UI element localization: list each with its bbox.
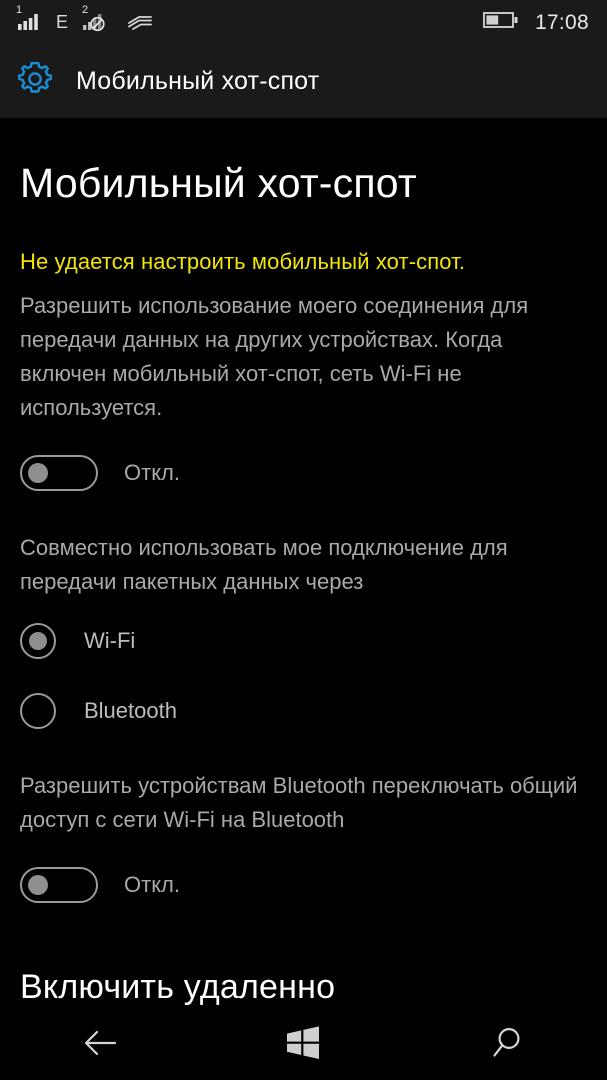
back-button[interactable] [41, 1010, 161, 1080]
gear-icon [14, 58, 56, 105]
status-bar-clock: 17:08 [534, 10, 589, 34]
page-title: Мобильный хот-спот [20, 160, 417, 206]
toggle-knob [28, 875, 48, 895]
home-button[interactable] [243, 1010, 363, 1080]
sim1-index-label: 1 [16, 3, 23, 16]
bluetooth-switch-toggle-row[interactable]: Откл. [20, 867, 587, 903]
edge-network-icon: E [56, 12, 69, 32]
share-option-wifi-label: Wi-Fi [84, 628, 136, 653]
status-bar-left-icons: 1 E 2 [16, 3, 154, 37]
hotspot-toggle-label: Откл. [124, 460, 181, 485]
radio-dot [29, 632, 47, 650]
battery-icon [483, 10, 519, 35]
hotspot-toggle[interactable] [20, 455, 98, 491]
search-button[interactable] [446, 1010, 566, 1080]
share-section-label: Совместно использовать мое подключение д… [20, 535, 508, 594]
share-option-wifi[interactable]: Wi-Fi [20, 623, 587, 659]
hotspot-toggle-row[interactable]: Откл. [20, 455, 587, 491]
back-arrow-icon [79, 1026, 123, 1065]
radio-bluetooth-icon[interactable] [20, 693, 56, 729]
share-option-bluetooth-label: Bluetooth [84, 698, 177, 723]
next-section-title: Включить удаленно [20, 968, 336, 1006]
bluetooth-switch-toggle[interactable] [20, 867, 98, 903]
phone-screen: 1 E 2 17:08 Мобильный хот-спот Мобильный… [0, 0, 607, 1080]
navigation-bar [0, 1010, 607, 1080]
windows-home-icon [283, 1025, 323, 1066]
settings-content: Мобильный хот-спот Не удается настроить … [0, 118, 607, 1010]
hotspot-description: Разрешить использование моего соединения… [20, 293, 529, 420]
share-option-bluetooth[interactable]: Bluetooth [20, 693, 587, 729]
status-bar-right-icons: 17:08 [483, 10, 589, 35]
hotspot-error-message: Не удается настроить мобильный хот-спот. [20, 249, 466, 274]
search-icon [486, 1025, 526, 1066]
app-bar-title: Мобильный хот-спот [76, 66, 320, 95]
toggle-knob [28, 463, 48, 483]
airplane-waves-icon [126, 9, 154, 36]
sim2-index-label: 2 [82, 3, 89, 16]
app-bar: Мобильный хот-спот [0, 44, 607, 118]
bluetooth-switch-toggle-label: Откл. [124, 872, 181, 897]
signal-bars-sim2-blocked-icon: 2 [82, 3, 112, 37]
bluetooth-section-label: Разрешить устройствам Bluetooth переключ… [20, 773, 578, 832]
status-bar: 1 E 2 17:08 [0, 0, 607, 44]
radio-wifi-icon[interactable] [20, 623, 56, 659]
signal-bars-sim1-icon: 1 [16, 3, 42, 37]
